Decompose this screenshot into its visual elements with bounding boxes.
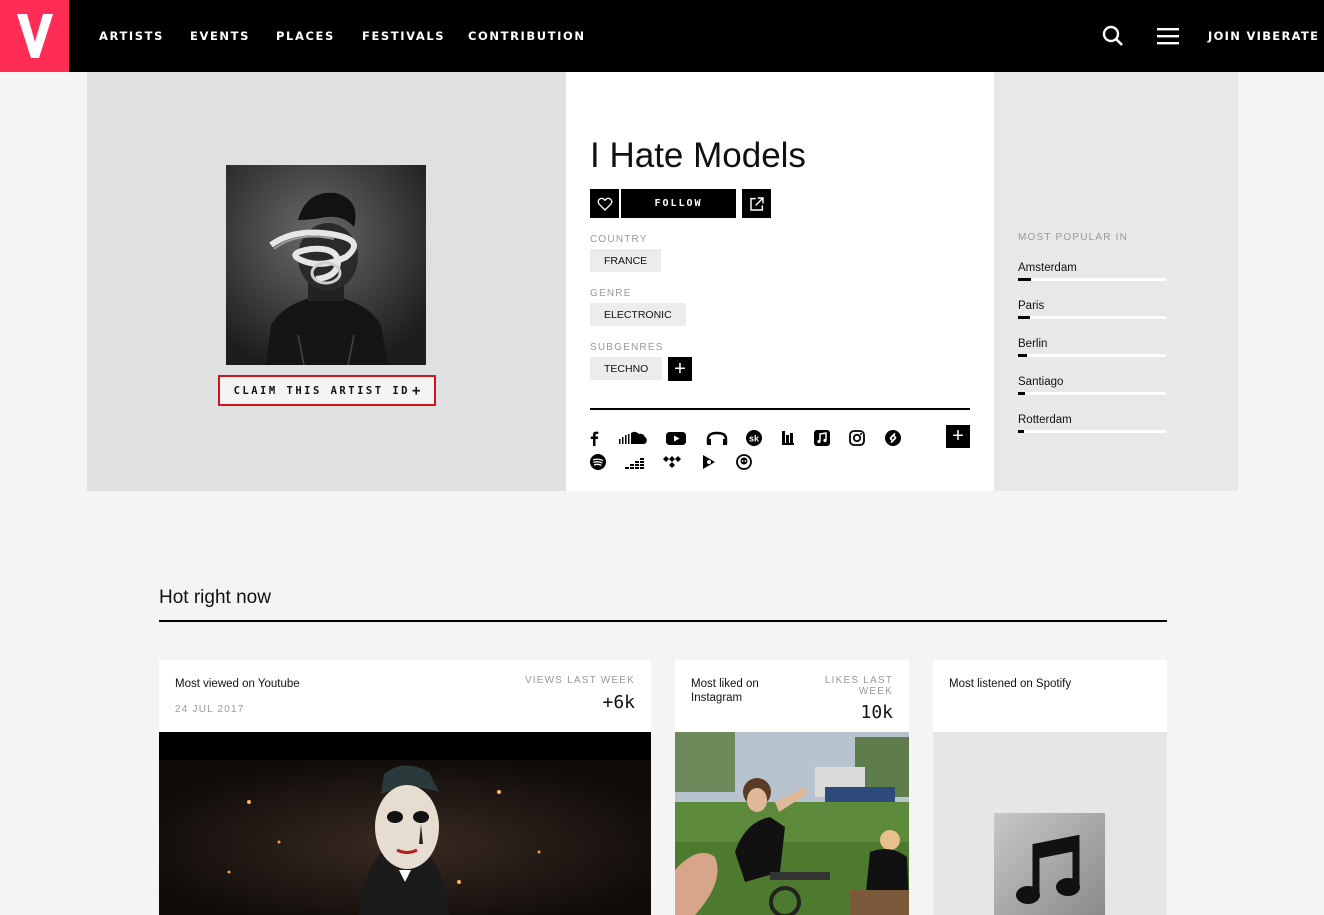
share-button[interactable] (742, 189, 771, 218)
nav-events[interactable]: EVENTS (190, 29, 250, 43)
likes-label: LIKES LAST WEEK (825, 675, 893, 697)
facebook-icon[interactable] (586, 430, 602, 446)
join-viberate-link[interactable]: JOIN VIBERATE (1208, 29, 1319, 43)
nav-festivals[interactable]: FESTIVALS (362, 29, 445, 43)
most-popular-panel: MOST POPULAR IN Amsterdam Paris Berlin Sant… (994, 72, 1238, 491)
spotify-track-artwork[interactable] (933, 732, 1167, 915)
nav-places[interactable]: PLACES (276, 29, 335, 43)
apple-music-icon[interactable] (814, 430, 830, 446)
genre-label: GENRE (590, 288, 632, 299)
likes-label-line1: LIKES LAST (824, 675, 893, 686)
popular-city-name[interactable]: Rotterdam (1018, 414, 1072, 426)
popularity-bar (1018, 316, 1166, 319)
subgenre-tag[interactable]: TECHNO (590, 357, 663, 380)
follow-button[interactable]: FOLLOW (621, 189, 736, 218)
instagram-post-image[interactable] (675, 732, 909, 915)
genre-tag[interactable]: ELECTRONIC (590, 303, 686, 326)
artist-name: I Hate Models (590, 136, 806, 175)
napster-icon[interactable] (736, 454, 752, 470)
popularity-bar (1018, 430, 1166, 433)
subgenres-label: SUBGENRES (590, 342, 664, 353)
spotify-card-title: Most listened on Spotify (949, 678, 1072, 690)
nav-contribution[interactable]: CONTRIBUTION (468, 29, 586, 43)
claim-artist-id-button[interactable]: CLAIM THIS ARTIST ID + (218, 375, 436, 406)
popularity-bar (1018, 392, 1166, 395)
divider (590, 408, 970, 410)
youtube-card-date: 24 JUL 2017 (175, 704, 245, 715)
spotify-card[interactable]: Most listened on Spotify (933, 660, 1167, 915)
popularity-bar-fill (1018, 278, 1032, 281)
nav-artists[interactable]: ARTISTS (99, 29, 164, 43)
popular-city-name[interactable]: Santiago (1018, 376, 1063, 388)
views-label: VIEWS LAST WEEK (524, 675, 635, 686)
popularity-bar-fill (1018, 430, 1024, 433)
beatport-icon[interactable] (780, 430, 796, 446)
instagram-title-line2: Instagram (691, 692, 743, 704)
most-popular-title: MOST POPULAR IN (1018, 232, 1129, 243)
youtube-video-thumbnail[interactable] (159, 732, 651, 915)
instagram-card[interactable]: Most liked on Instagram LIKES LAST WEEK 10… (675, 660, 909, 915)
plus-icon: + (412, 382, 421, 399)
deezer-icon[interactable] (625, 454, 645, 470)
artist-info-panel: I Hate Models FOLLOW COUNTRY FRANCE GENR… (566, 72, 994, 491)
popularity-bar-fill (1018, 354, 1027, 357)
like-button[interactable] (590, 189, 619, 218)
popularity-bar-fill (1018, 392, 1026, 395)
popularity-bar-fill (1018, 316, 1030, 319)
soundcloud-icon[interactable] (618, 430, 648, 446)
section-divider (159, 620, 1167, 622)
logo-v-icon (17, 14, 53, 58)
artist-image-panel: CLAIM THIS ARTIST ID + (87, 72, 566, 491)
music-note-icon (1016, 834, 1080, 904)
popularity-bar (1018, 354, 1166, 357)
mixcloud-icon[interactable] (706, 430, 728, 446)
menu-icon[interactable] (1156, 24, 1180, 48)
country-label: COUNTRY (590, 234, 648, 245)
instagram-card-title: Most liked on Instagram (691, 677, 759, 705)
music-note-artwork (994, 813, 1105, 915)
heart-icon (597, 197, 612, 211)
top-navbar: ARTISTS EVENTS PLACES FESTIVALS CONTRIBU… (0, 0, 1324, 72)
tidal-icon[interactable] (663, 454, 683, 470)
shazam-icon[interactable] (885, 430, 901, 446)
spotify-icon[interactable] (590, 454, 606, 470)
viberate-logo[interactable] (0, 0, 69, 72)
popular-city-name[interactable]: Berlin (1018, 338, 1047, 350)
claim-label: CLAIM THIS ARTIST ID (233, 384, 410, 397)
popular-city-name[interactable]: Paris (1018, 300, 1044, 312)
google-play-icon[interactable] (701, 454, 717, 470)
add-social-button[interactable]: + (946, 425, 970, 448)
search-icon[interactable] (1101, 24, 1125, 48)
external-link-icon (749, 196, 764, 211)
artist-photo (226, 165, 426, 365)
popular-city-name[interactable]: Amsterdam (1018, 262, 1077, 274)
views-value: +6k (602, 692, 635, 713)
add-subgenre-button[interactable]: + (668, 357, 692, 381)
svg-text:sk: sk (749, 434, 760, 444)
youtube-card-title: Most viewed on Youtube (175, 678, 300, 690)
instagram-title-line1: Most liked on (691, 678, 759, 690)
hot-right-now-title: Hot right now (159, 587, 271, 608)
youtube-icon[interactable] (666, 430, 686, 446)
youtube-card[interactable]: Most viewed on Youtube 24 JUL 2017 VIEWS… (159, 660, 651, 915)
likes-value: 10k (860, 702, 893, 723)
likes-label-line2: WEEK (858, 686, 893, 697)
songkick-icon[interactable]: sk (746, 430, 762, 446)
instagram-icon[interactable] (849, 430, 865, 446)
popularity-bar (1018, 278, 1166, 281)
country-tag[interactable]: FRANCE (590, 249, 662, 272)
